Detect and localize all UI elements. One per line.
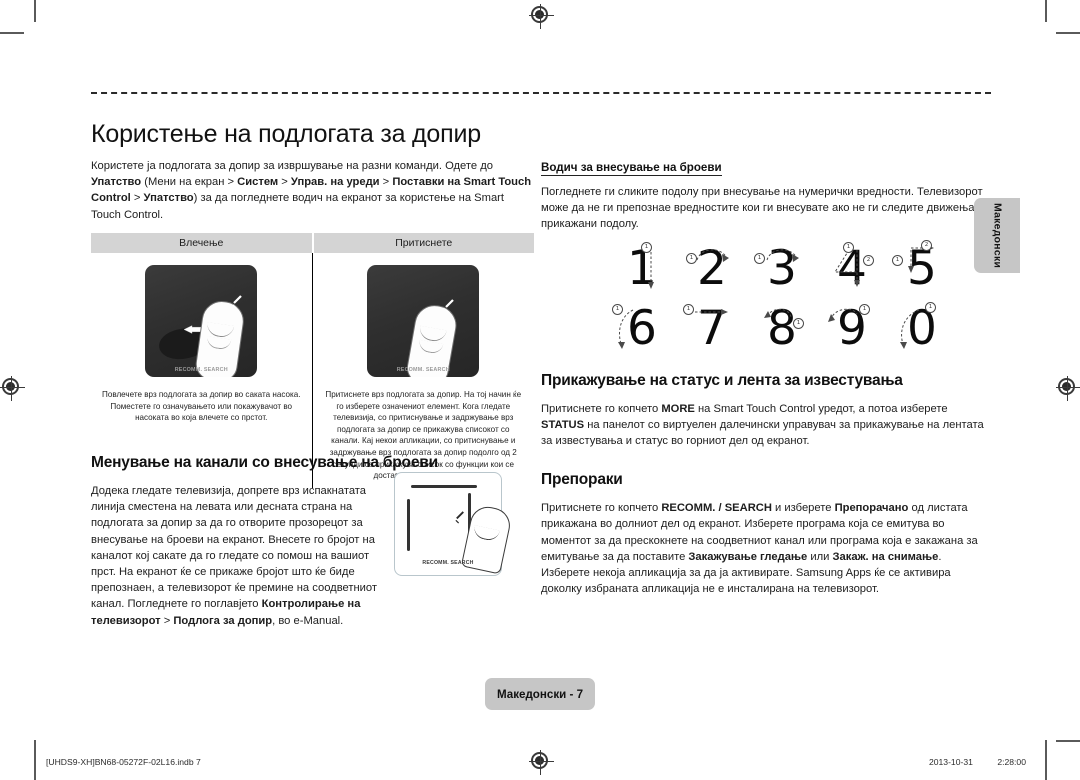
crop-mark-top-left-vertical: [34, 0, 36, 22]
numeral-2: 2 1: [681, 241, 743, 296]
touchpad-left-ridge: [407, 499, 410, 551]
touchpad-dark-press: RECOMM. SEARCH: [367, 265, 480, 377]
footer-timestamp: 2013-10-31 2:28:00: [929, 757, 1026, 767]
touch-mark-icon: [455, 511, 464, 524]
gesture-cell-press: RECOMM. SEARCH Притиснете врз подлогата …: [313, 253, 535, 488]
gesture-header-press: Притиснете: [313, 233, 534, 253]
crop-mark-top-right-horizontal: [1056, 32, 1080, 34]
page-number-badge: Македонски - 7: [485, 678, 595, 710]
numeral-3: 3 1: [751, 241, 813, 296]
finger-press-icon: [404, 301, 460, 377]
numeral-6: 6 1: [611, 301, 673, 356]
registration-target-bottom: [529, 750, 554, 775]
numeral-4: 4 1 2: [821, 241, 883, 296]
touchpad-white-illustration: RECOMM. SEARCH: [394, 472, 514, 576]
crop-mark-bottom-left-vertical: [34, 740, 36, 780]
stroke-badge: 1: [686, 252, 697, 264]
registration-target-left: [0, 376, 25, 401]
footer-date: 2013-10-31: [928, 757, 973, 767]
gesture-caption-drag: Повлечете врз подлогата за допир во сака…: [102, 390, 301, 423]
stroke-arrow-icon: [908, 244, 934, 273]
status-section-paragraph: Притиснете го копчето MORE на Smart Touc…: [541, 402, 984, 448]
title-dashed-rule: [91, 92, 991, 94]
language-side-tab-label: Македонски: [991, 202, 1003, 269]
press-illustration: RECOMM. SEARCH: [319, 265, 529, 389]
crop-mark-top-right-vertical: [1045, 0, 1047, 22]
gesture-table-header-row: Влечење Притиснете: [91, 233, 534, 253]
channel-section-paragraph: Додека гледате телевизија, допрете врз и…: [91, 485, 378, 627]
touchpad-dark-drag: RECOMM. SEARCH: [145, 265, 258, 377]
stroke-arrow-icon: [696, 248, 729, 262]
crop-mark-bottom-right-horizontal: [1056, 740, 1080, 742]
registration-target-top: [529, 4, 554, 29]
stroke-arrow-icon: [648, 251, 654, 289]
stroke-badge: 1: [612, 303, 623, 315]
touchpad-top-bar: [411, 485, 477, 488]
touch-mark-icon: [444, 299, 455, 313]
recommend-section-paragraph: Притиснете го копчето RECOMM. / SEARCH и…: [541, 502, 978, 596]
crop-mark-bottom-right-vertical: [1045, 740, 1047, 780]
stroke-badge: 1: [925, 301, 936, 313]
stroke-badge: 1: [754, 252, 765, 264]
gesture-table: Влечење Притиснете RECOMM. SEARCH Повлеч…: [91, 232, 534, 488]
footer-file-name: [UHDS9-XH]BN68-05272F-02L16.indb 7: [46, 757, 201, 767]
gesture-header-drag: Влечење: [91, 233, 312, 253]
touchpad-button-label: RECOMM. SEARCH: [422, 560, 474, 566]
crop-mark-top-left-horizontal: [0, 32, 24, 34]
numeral-row-top: 1 1 2 1 3 1 4 1 2 5 1 2: [541, 239, 991, 296]
language-side-tab: Македонски: [974, 198, 1020, 273]
gesture-table-body-row: RECOMM. SEARCH Повлечете врз подлогата з…: [91, 253, 534, 488]
intro-paragraph: Користете ја подлогата за допир за изврш…: [91, 160, 532, 221]
stroke-badge: 2: [921, 239, 932, 251]
touchpad-button-label: RECOMM. SEARCH: [396, 367, 450, 373]
manual-page: Користење на подлогата за допир Користет…: [60, 34, 1020, 734]
page-title: Користење на подлогата за допир: [91, 119, 481, 148]
stroke-badge: 1: [793, 317, 804, 329]
registration-target-right: [1056, 376, 1080, 401]
numeral-0: 0 1: [891, 301, 953, 356]
stroke-arrow-icon: [695, 308, 728, 315]
numeral-row-bottom: 6 1 7 1 8 1 9 1 0 1: [541, 301, 991, 356]
touch-mark-icon: [232, 295, 243, 309]
channel-section-heading: Менување на канали со внесување на броев…: [91, 454, 438, 471]
stroke-badge: 1: [641, 241, 652, 253]
status-section-heading: Прикажување на статус и лента за известу…: [541, 371, 903, 389]
stroke-badge: 1: [892, 254, 903, 266]
recommend-section-heading: Препораки: [541, 471, 623, 489]
right-column: Водич за внесување на броеви Погледнете …: [541, 158, 991, 606]
stroke-badge: 1: [843, 241, 854, 253]
numeral-1: 1 1: [611, 241, 673, 296]
finger-drag-icon: [193, 298, 247, 377]
stroke-badge: 1: [859, 303, 870, 315]
number-guide-paragraph: Погледнете ги сликите подолу при внесува…: [541, 186, 986, 231]
stroke-arrow-icon: [766, 248, 799, 262]
numeral-7: 7 1: [681, 301, 743, 356]
numeral-5: 5 1 2: [891, 239, 953, 296]
number-guide-heading: Водич за внесување на броеви: [541, 161, 722, 176]
left-column: Користете ја подлогата за допир за изврш…: [91, 158, 534, 232]
numeral-8: 8 1: [751, 301, 813, 356]
stroke-badge: 2: [863, 254, 874, 266]
gesture-cell-drag: RECOMM. SEARCH Повлечете врз подлогата з…: [91, 253, 313, 488]
numeral-rows: 1 1 2 1 3 1 4 1 2 5 1 2 6 1 7 1 8 1 9 1 …: [541, 239, 991, 356]
numeral-9: 9 1: [821, 301, 883, 356]
page-number-label: Македонски - 7: [496, 687, 584, 701]
numeral-stroke-guide: 1 1 2 1 3 1 4 1 2 5 1 2 6 1 7 1 8 1 9 1 …: [541, 239, 991, 360]
stroke-badge: 1: [683, 303, 694, 315]
touchpad-button-label: RECOMM. SEARCH: [174, 367, 228, 373]
footer-time: 2:28:00: [997, 757, 1026, 767]
drag-illustration: RECOMM. SEARCH: [97, 265, 306, 389]
